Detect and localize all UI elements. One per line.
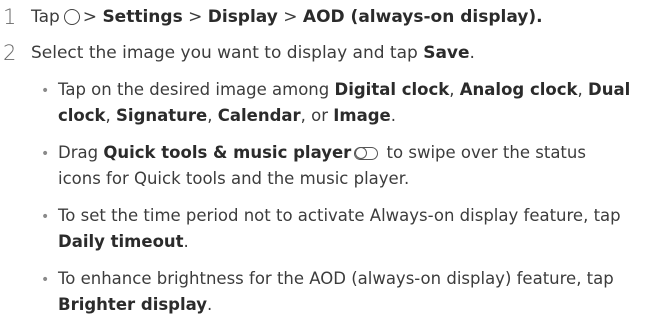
bullet-1-line-2: clock, Signature, Calendar, or Image. [58, 104, 396, 128]
display-label: Display [207, 7, 278, 27]
step-1: 1 Tap > Settings > Display > AOD (always-… [0, 5, 645, 29]
bullet-2-text-2: icons for Quick tools and the music play… [58, 169, 410, 188]
step-number: 2 [3, 41, 17, 65]
bullet-2-text: to swipe over the status [381, 143, 586, 162]
analog-clock-label: Analog clock [459, 80, 578, 99]
separator: , [449, 80, 460, 99]
period: . [183, 232, 189, 251]
quick-tools-label: Quick tools & music player [103, 143, 352, 162]
bullet-4-line-2: Brighter display. [58, 293, 212, 317]
home-button-icon [63, 9, 80, 25]
bullet-dot: • [41, 209, 50, 225]
separator: , [577, 80, 589, 99]
signature-label: Signature [116, 106, 208, 125]
step-2-period: . [469, 43, 475, 63]
path-separator: > [283, 7, 298, 27]
separator: , [105, 106, 117, 125]
separator: , or [300, 106, 334, 125]
calendar-label: Calendar [217, 106, 301, 125]
brighter-display-label: Brighter display [58, 295, 208, 314]
digital-clock-label: Digital clock [334, 80, 450, 99]
step-2-text: Select the image you want to display and… [31, 43, 424, 63]
period: . [207, 295, 213, 314]
toggle-switch-icon [354, 147, 379, 160]
save-label: Save [423, 43, 470, 63]
bullet-dot: • [41, 146, 50, 162]
step-2: 2 Select the image you want to display a… [0, 41, 645, 65]
instructions-document: 1 Tap > Settings > Display > AOD (always-… [0, 0, 645, 316]
bullet-3-line-1: To set the time period not to activate A… [58, 204, 621, 228]
bullet-3-text: To set the time period not to activate A… [58, 206, 621, 225]
path-separator: > [82, 7, 98, 27]
settings-label: Settings [102, 7, 183, 27]
bullet-1-intro: Tap on the desired image among [58, 80, 335, 99]
step-number: 1 [3, 5, 17, 29]
bullet-2-line-2: icons for Quick tools and the music play… [58, 167, 409, 191]
bullet-4-text: To enhance brightness for the AOD (alway… [58, 269, 614, 288]
tap-word: Tap [31, 7, 60, 27]
bullet-4-line-1: To enhance brightness for the AOD (alway… [58, 267, 614, 291]
bullet-dot: • [41, 83, 50, 99]
bullet-dot: • [41, 272, 50, 288]
drag-word: Drag [58, 143, 104, 162]
step-text: Select the image you want to display and… [31, 41, 475, 65]
bullet-3-line-2: Daily timeout. [58, 230, 189, 254]
aod-label: AOD (always-on display). [302, 7, 543, 27]
period: . [390, 106, 396, 125]
dual-label: Dual [588, 80, 631, 99]
bullet-2-line-1: Drag Quick tools & music player to swipe… [58, 141, 586, 165]
bullet-1-line-1: Tap on the desired image among Digital c… [58, 78, 630, 102]
path-separator: > [188, 7, 203, 27]
image-label: Image [333, 106, 391, 125]
step-text: Tap > Settings > Display > AOD (always-on… [31, 5, 543, 29]
daily-timeout-label: Daily timeout [58, 232, 184, 251]
clock-label: clock [58, 106, 106, 125]
separator: , [207, 106, 218, 125]
